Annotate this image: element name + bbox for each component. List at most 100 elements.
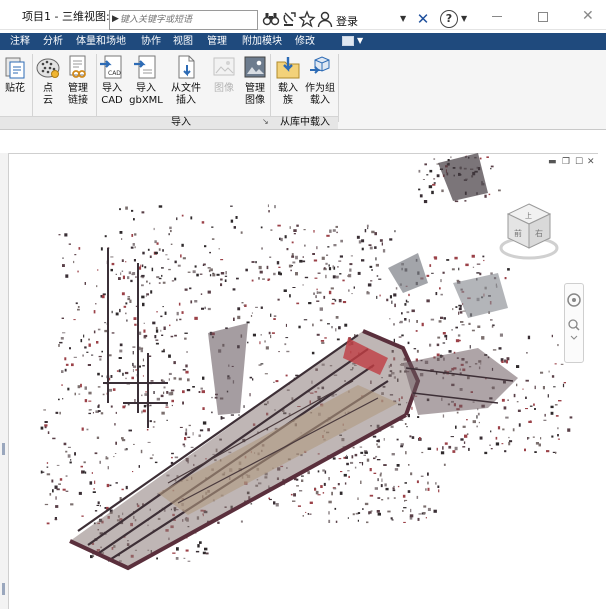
import-gbxml-button[interactable]: 导入 gbXML [129,54,163,107]
point-cloud-point [185,370,189,374]
panel-import-label: 导入 [171,117,191,128]
point-cloud-point [98,355,102,358]
point-cloud-point [55,411,59,414]
image-button[interactable]: 图像 [207,54,241,95]
steering-wheel-icon[interactable] [567,293,581,307]
point-cloud-point [331,491,333,496]
point-cloud-point [296,224,299,227]
point-cloud-point [321,256,325,260]
point-cloud-point [490,448,493,450]
point-cloud-point [333,244,337,247]
point-cloud-point [243,405,245,408]
search-expand-icon[interactable]: ▶ [112,14,119,24]
manage-links-button[interactable]: 管理 链接 [61,54,95,107]
maximize-button[interactable] [538,12,548,22]
zoom-icon[interactable] [568,319,580,331]
close-button[interactable]: ✕ [582,8,594,24]
star-icon[interactable] [298,10,316,28]
point-cloud-point [484,451,488,455]
point-cloud-point [94,510,98,512]
import-cad-button[interactable]: CAD 导入 CAD [95,54,129,107]
point-cloud-point [292,500,296,502]
point-cloud-point [171,404,173,407]
window-title: 项目1 - 三维视图: { [22,10,121,23]
exchange-apps-icon[interactable]: ✕ [414,10,432,28]
point-cloud-point [171,399,174,403]
insert-from-file-button[interactable]: 从文件 插入 [169,54,203,107]
point-cloud-point [130,279,133,283]
minimize-button[interactable] [492,16,502,17]
zoom-dropdown-icon[interactable] [570,335,578,340]
viewcube[interactable]: 上 前 右 [494,198,564,268]
point-cloud-point [96,504,100,506]
paste-label: 贴花 [5,83,25,94]
tab-addins[interactable]: 附加模块 [242,34,282,49]
load-as-group-button[interactable]: 作为组 载入 [303,54,337,107]
point-cloud-point [150,380,154,382]
point-cloud-point [558,400,562,402]
point-cloud-point [83,334,85,338]
point-cloud-button[interactable]: 点 云 [31,54,65,107]
point-cloud-point [185,549,189,552]
point-cloud-point [194,300,198,303]
panel-launcher-icon[interactable]: ↘ [262,117,269,126]
search-input[interactable] [120,12,256,28]
point-cloud-point [335,328,337,332]
point-cloud-point [273,381,275,383]
manage-images-button[interactable]: 管理 图像 [238,54,272,107]
load-family-button[interactable]: 载入 族 [271,54,305,107]
point-cloud-point [376,459,381,461]
user-icon[interactable] [316,10,334,28]
tab-massing-site[interactable]: 体量和场地 [76,34,126,49]
point-cloud-point [170,243,173,245]
point-cloud-point [569,416,573,419]
point-cloud-point [245,268,248,272]
point-cloud-point [168,354,171,358]
point-cloud-point [216,273,220,276]
point-cloud-point [122,275,125,280]
login-link[interactable]: 登录 [336,13,358,29]
point-cloud-point [106,483,110,488]
tab-annotate[interactable]: 注释 [10,34,30,49]
point-cloud-point [391,453,395,456]
point-cloud-point [553,386,556,388]
point-cloud-point [393,485,395,487]
point-cloud-point [111,262,115,266]
help-dropdown-icon[interactable]: ▼ [461,14,467,23]
binoculars-icon[interactable] [262,10,280,28]
point-cloud-point [260,226,263,229]
point-cloud-point [73,356,77,358]
tab-manage[interactable]: 管理 [207,34,227,49]
login-dropdown-icon[interactable]: ▼ [400,14,406,23]
paste-button[interactable]: 贴花 [0,54,32,95]
point-cloud-point [153,420,156,423]
project-browser-strip[interactable] [0,153,8,609]
point-cloud-point [498,189,501,192]
point-cloud-point [479,436,483,440]
point-cloud-point [376,295,378,299]
point-cloud-point [80,339,83,343]
point-cloud-point [155,339,159,341]
help-icon[interactable]: ? [440,10,458,28]
point-cloud-point [149,457,153,460]
point-cloud-point [155,326,158,330]
point-cloud-point [132,243,135,246]
point-cloud-point [40,470,43,474]
point-cloud-point [326,254,329,256]
point-cloud-point [464,434,468,438]
point-cloud-point [251,312,253,314]
ribbon-display-toggle[interactable] [342,36,354,46]
point-cloud-point [448,350,452,353]
ribbon-display-dropdown-icon[interactable]: ▼ [357,36,363,45]
tab-analyze[interactable]: 分析 [43,34,63,49]
point-cloud-point [316,246,318,250]
satellite-icon[interactable] [281,10,299,28]
tab-modify[interactable]: 修改 [295,34,315,49]
tab-collaborate[interactable]: 协作 [141,34,161,49]
point-cloud-point [400,445,404,448]
point-cloud-point [151,267,154,272]
tab-view[interactable]: 视图 [173,34,193,49]
point-cloud-point [332,229,336,232]
search-box[interactable]: ▶ [109,10,258,30]
point-cloud-point [44,503,49,506]
